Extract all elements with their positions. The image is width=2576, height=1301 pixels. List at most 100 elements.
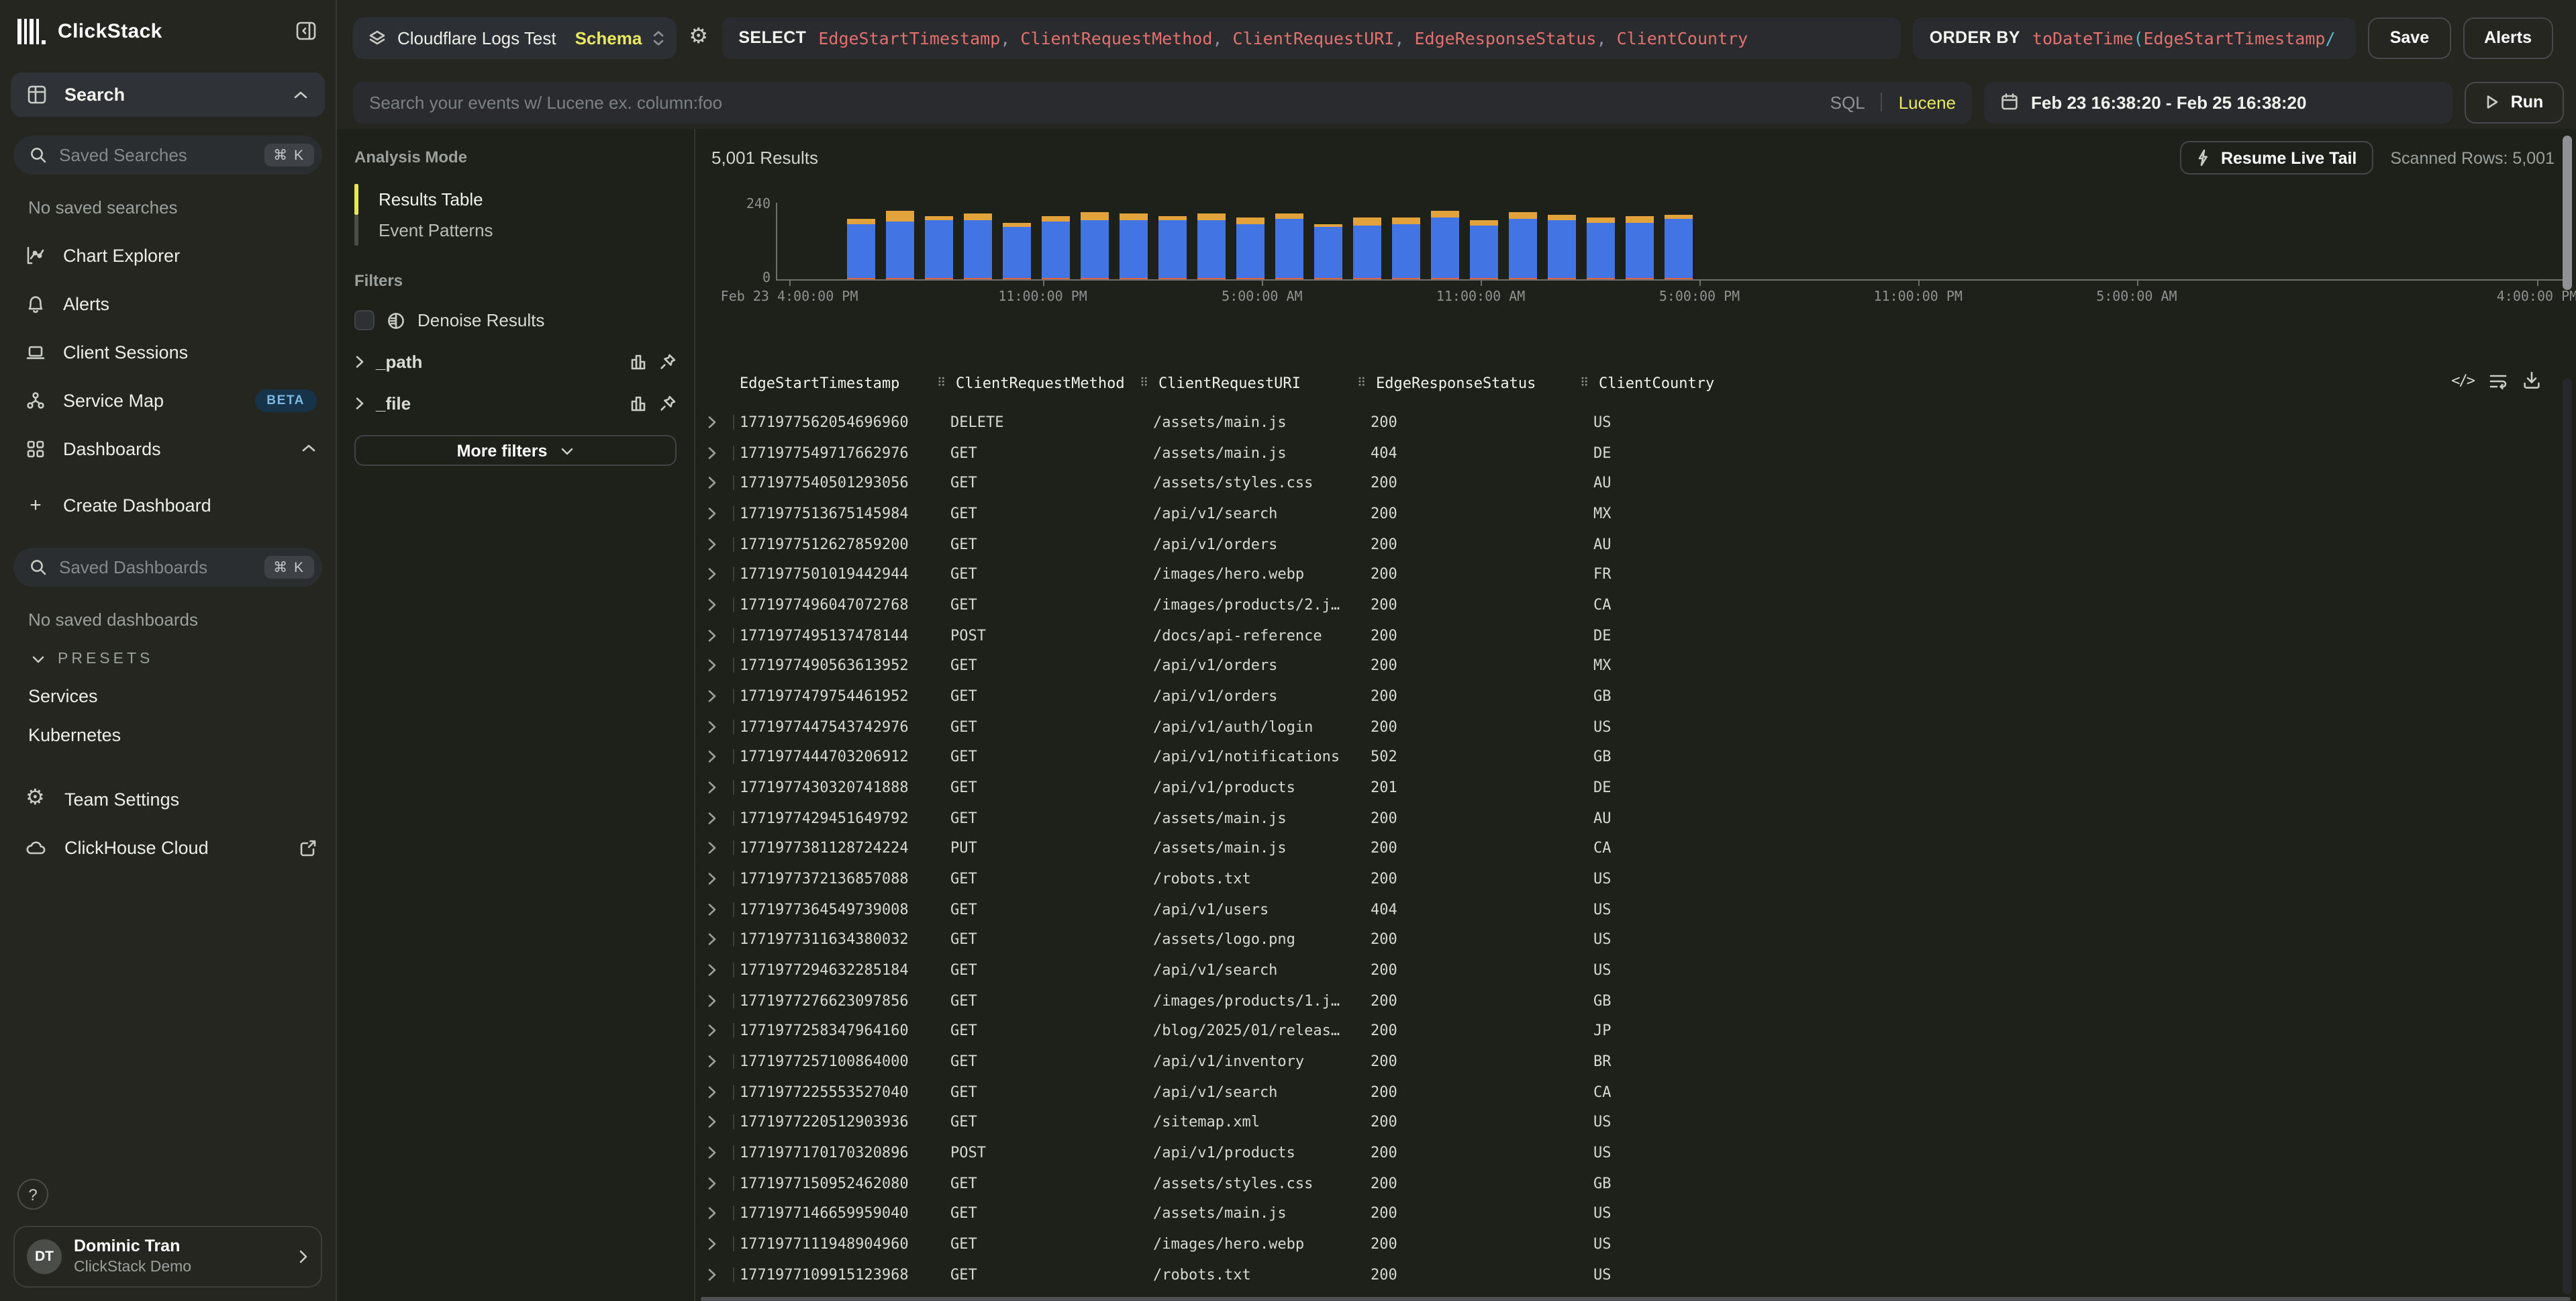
preset-item-services[interactable]: Services [28, 686, 336, 706]
histogram-bar[interactable] [1470, 220, 1498, 279]
expand-row-chevron-icon[interactable] [707, 567, 717, 581]
column-drag-handle-icon[interactable]: ⠿ [1357, 377, 1366, 391]
pin-icon[interactable] [659, 353, 677, 371]
histogram-bar[interactable] [1003, 223, 1031, 279]
expand-row-chevron-icon[interactable] [707, 506, 717, 521]
table-row[interactable]: 1771977479754461952 GET /api/v1/orders 2… [695, 681, 2560, 711]
user-card[interactable]: DT Dominic Tran ClickStack Demo [13, 1226, 322, 1288]
column-header[interactable]: ClientRequestMethod [956, 375, 1125, 392]
histogram-bar[interactable] [1275, 213, 1303, 279]
sidebar-item-clickhouse-cloud[interactable]: ClickHouse Cloud [0, 823, 336, 871]
table-row[interactable]: 1771977111948904960 GET /images/hero.web… [695, 1228, 2560, 1259]
column-header[interactable]: EdgeStartTimestamp [740, 375, 899, 392]
resume-live-tail-button[interactable]: Resume Live Tail [2181, 141, 2373, 175]
table-row[interactable]: 1771977311634380032 GET /assets/logo.png… [695, 924, 2560, 955]
collapse-sidebar-icon[interactable] [295, 20, 317, 42]
table-row[interactable]: 1771977146659959040 GET /assets/main.js … [695, 1198, 2560, 1228]
expand-row-chevron-icon[interactable] [707, 780, 717, 795]
expand-row-chevron-icon[interactable] [707, 689, 717, 704]
histogram-bar[interactable] [1665, 215, 1693, 279]
table-row[interactable]: 1771977220512903936 GET /sitemap.xml 200… [695, 1107, 2560, 1137]
column-header[interactable]: EdgeResponseStatus [1376, 375, 1536, 392]
histogram-bar[interactable] [1158, 216, 1187, 279]
expand-row-chevron-icon[interactable] [707, 749, 717, 764]
table-row[interactable]: 1771977495137478144 POST /docs/api-refer… [695, 620, 2560, 650]
histogram-bar[interactable] [886, 211, 914, 279]
table-row[interactable]: 1771977257100864000 GET /api/v1/inventor… [695, 1046, 2560, 1076]
filter-field-path[interactable]: _path [354, 352, 677, 372]
chevron-up-icon[interactable] [301, 443, 317, 454]
saved-searches-input[interactable]: Saved Searches ⌘ K [13, 136, 322, 175]
table-row[interactable]: 1771977513675145984 GET /api/v1/search 2… [695, 498, 2560, 528]
results-table[interactable]: 1771977562054696960 DELETE /assets/main.… [695, 407, 2560, 1301]
table-row[interactable]: 1771977540501293056 GET /assets/styles.c… [695, 468, 2560, 498]
expand-row-chevron-icon[interactable] [707, 1206, 717, 1221]
expand-row-chevron-icon[interactable] [707, 902, 717, 916]
download-icon[interactable] [2522, 371, 2541, 389]
run-button[interactable]: Run [2465, 81, 2564, 123]
expand-row-chevron-icon[interactable] [707, 993, 717, 1008]
histogram-bar[interactable] [925, 216, 953, 279]
histogram-bar[interactable] [1353, 218, 1381, 279]
column-drag-handle-icon[interactable]: ⠿ [1140, 377, 1148, 391]
more-filters-button[interactable]: More filters [354, 435, 677, 466]
expand-row-chevron-icon[interactable] [707, 1115, 717, 1130]
expand-row-chevron-icon[interactable] [707, 1024, 717, 1039]
histogram-bar[interactable] [1042, 217, 1070, 279]
expand-row-chevron-icon[interactable] [707, 719, 717, 734]
table-row[interactable]: 1771977501019442944 GET /images/hero.web… [695, 559, 2560, 589]
table-row[interactable]: 1771977512627859200 GET /api/v1/orders 2… [695, 528, 2560, 559]
vertical-scrollbar-thumb[interactable] [2563, 136, 2572, 290]
chevron-up-icon[interactable] [293, 89, 309, 100]
expand-row-chevron-icon[interactable] [707, 1267, 717, 1282]
expand-row-chevron-icon[interactable] [707, 1237, 717, 1251]
sidebar-item-team-settings[interactable]: ⚙ Team Settings [0, 775, 336, 823]
create-dashboard-button[interactable]: + Create Dashboard [0, 481, 336, 529]
column-drag-handle-icon[interactable]: ⠿ [1580, 377, 1589, 391]
column-header[interactable]: ClientRequestURI [1158, 375, 1301, 392]
column-header[interactable]: ClientCountry [1599, 375, 1714, 392]
pin-icon[interactable] [659, 395, 677, 412]
query-settings-gear-icon[interactable]: ⚙ [689, 27, 710, 48]
chevron-right-icon[interactable] [354, 354, 365, 369]
expand-row-chevron-icon[interactable] [707, 628, 717, 642]
sidebar-item-alerts[interactable]: Alerts [0, 279, 336, 328]
histogram-bar[interactable] [1626, 216, 1654, 279]
mode-results-table[interactable]: Results Table [354, 184, 677, 215]
source-selector[interactable]: Cloudflare Logs Test Schema [353, 17, 677, 58]
table-row[interactable]: 1771977170170320896 POST /api/v1/product… [695, 1137, 2560, 1167]
histogram-bar[interactable] [1392, 218, 1420, 279]
histogram-bar[interactable] [1431, 211, 1459, 279]
histogram-bar[interactable] [1548, 215, 1576, 279]
expand-row-chevron-icon[interactable] [707, 1145, 717, 1160]
horizontal-scrollbar[interactable] [701, 1297, 2571, 1301]
code-view-icon[interactable]: </> [2451, 371, 2474, 389]
checkbox[interactable] [354, 310, 375, 330]
lucene-toggle[interactable]: Lucene [1899, 92, 1956, 112]
table-row[interactable]: 1771977562054696960 DELETE /assets/main.… [695, 407, 2560, 437]
expand-row-chevron-icon[interactable] [707, 1084, 717, 1099]
table-header[interactable]: EdgeStartTimestamp ⠿ ClientRequestMethod ⠿ C… [695, 375, 2536, 396]
alerts-button[interactable]: Alerts [2463, 17, 2553, 58]
mode-event-patterns[interactable]: Event Patterns [354, 215, 677, 246]
sidebar-item-chart-explorer[interactable]: Chart Explorer [0, 231, 336, 279]
expand-row-chevron-icon[interactable] [707, 932, 717, 947]
presets-toggle[interactable]: PRESETS [31, 651, 336, 667]
table-row[interactable]: 1771977109915123968 GET /robots.txt 200 … [695, 1259, 2560, 1290]
expand-row-chevron-icon[interactable] [707, 963, 717, 977]
sidebar-item-search[interactable]: Search [11, 73, 325, 117]
bar-chart-icon[interactable] [630, 395, 648, 412]
histogram-bar[interactable] [1587, 218, 1615, 279]
histogram-bar[interactable] [1314, 224, 1342, 279]
expand-row-chevron-icon[interactable] [707, 445, 717, 460]
date-range-picker[interactable]: Feb 23 16:38:20 - Feb 25 16:38:20 [1984, 81, 2453, 123]
expand-row-chevron-icon[interactable] [707, 810, 717, 825]
table-row[interactable]: 1771977444703206912 GET /api/v1/notifica… [695, 742, 2560, 772]
wrap-lines-icon[interactable] [2489, 371, 2508, 389]
histogram-bar[interactable] [1197, 213, 1226, 279]
help-button[interactable]: ? [17, 1179, 48, 1210]
expand-row-chevron-icon[interactable] [707, 597, 717, 612]
select-clause-input[interactable]: SELECT EdgeStartTimestamp, ClientRequest… [722, 17, 1901, 58]
histogram-bar[interactable] [847, 220, 875, 279]
expand-row-chevron-icon[interactable] [707, 415, 717, 430]
